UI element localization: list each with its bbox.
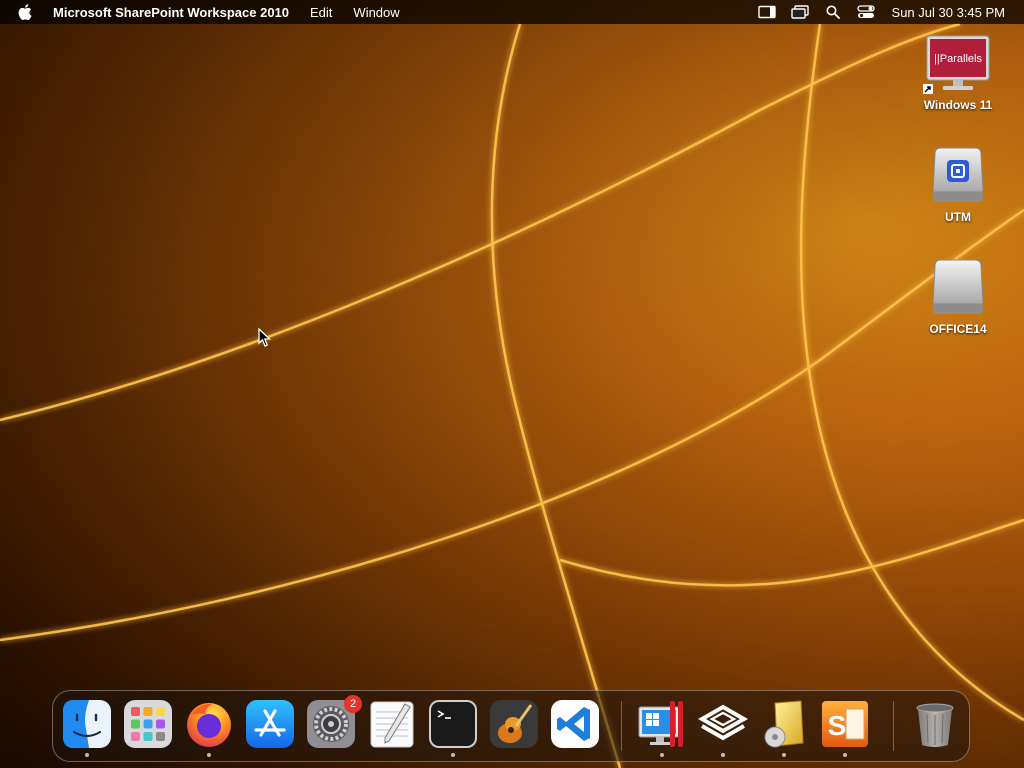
terminal-icon <box>429 700 477 748</box>
launchpad-icon <box>124 700 172 748</box>
dock-item-trash[interactable] <box>910 699 960 749</box>
running-indicator <box>85 753 89 757</box>
dock-separator <box>893 701 894 751</box>
vscode-icon <box>551 700 599 748</box>
dock-item-finder[interactable] <box>62 699 112 757</box>
dock-item-office-installer[interactable] <box>759 699 809 757</box>
menu-bar-clock[interactable]: Sun Jul 30 3:45 PM <box>892 5 1005 20</box>
desktop-icon-label: UTM <box>945 210 971 224</box>
dock-item-firefox[interactable] <box>184 699 234 757</box>
control-center-icon[interactable] <box>856 4 876 20</box>
menu-edit[interactable]: Edit <box>310 5 332 20</box>
dock-item-system-settings[interactable]: 2 <box>306 695 362 749</box>
app-menu-sharepoint-workspace[interactable]: Microsoft SharePoint Workspace 2010 <box>53 5 289 20</box>
running-indicator <box>660 753 664 757</box>
app-store-icon <box>246 700 294 748</box>
apple-menu-icon[interactable] <box>18 3 36 21</box>
svg-text:S: S <box>828 710 847 741</box>
dock: 2 S <box>52 690 970 762</box>
dock-separator <box>621 701 622 751</box>
desktop-icon-label: OFFICE14 <box>929 322 987 336</box>
menu-window[interactable]: Window <box>353 5 399 20</box>
running-indicator <box>207 753 211 757</box>
dock-item-launchpad[interactable] <box>123 699 173 749</box>
spotlight-search-icon[interactable] <box>823 4 843 20</box>
parallels-vm-icon: ||Parallels <box>923 34 991 94</box>
office-installer-icon <box>764 700 804 748</box>
desktop-icon-utm[interactable]: UTM <box>908 146 1008 224</box>
mouse-cursor-icon <box>258 328 272 347</box>
parallels-desktop-icon <box>638 701 683 747</box>
dock-item-sharepoint-workspace[interactable]: S <box>820 699 870 757</box>
finder-icon <box>63 700 111 748</box>
wallpaper <box>0 0 1024 768</box>
dock-item-utm[interactable] <box>697 699 749 757</box>
textedit-icon <box>370 701 414 748</box>
stage-manager-icon[interactable] <box>757 4 777 20</box>
screen-mirroring-icon[interactable] <box>790 4 810 20</box>
dock-item-garageband[interactable] <box>489 699 539 749</box>
trash-icon <box>916 703 954 747</box>
dock-item-terminal[interactable] <box>428 699 478 757</box>
sharepoint-workspace-icon: S <box>822 701 868 747</box>
utm-icon <box>697 704 749 741</box>
garageband-icon <box>490 700 538 748</box>
running-indicator <box>451 753 455 757</box>
desktop-icon-office14[interactable]: OFFICE14 <box>908 258 1008 336</box>
desktop[interactable]: Microsoft SharePoint Workspace 2010 Edit… <box>0 0 1024 768</box>
running-indicator <box>843 753 847 757</box>
dock-item-app-store[interactable] <box>245 699 295 749</box>
dock-item-parallels-desktop[interactable] <box>637 699 687 757</box>
running-indicator <box>721 753 725 757</box>
running-indicator <box>782 753 786 757</box>
alias-arrow-icon <box>923 84 933 94</box>
notification-badge: 2 <box>344 695 362 713</box>
desktop-icon-windows-11[interactable]: ||Parallels Windows 11 <box>908 34 1008 112</box>
dock-item-textedit[interactable] <box>367 699 417 749</box>
dock-item-vscode[interactable] <box>550 699 600 749</box>
parallels-logo-text: ||Parallels <box>934 53 982 65</box>
menu-bar: Microsoft SharePoint Workspace 2010 Edit… <box>0 0 1024 24</box>
firefox-icon <box>187 703 231 747</box>
utm-disk-icon <box>925 146 991 206</box>
external-disk-icon <box>925 258 991 318</box>
desktop-icon-label: Windows 11 <box>923 98 993 112</box>
